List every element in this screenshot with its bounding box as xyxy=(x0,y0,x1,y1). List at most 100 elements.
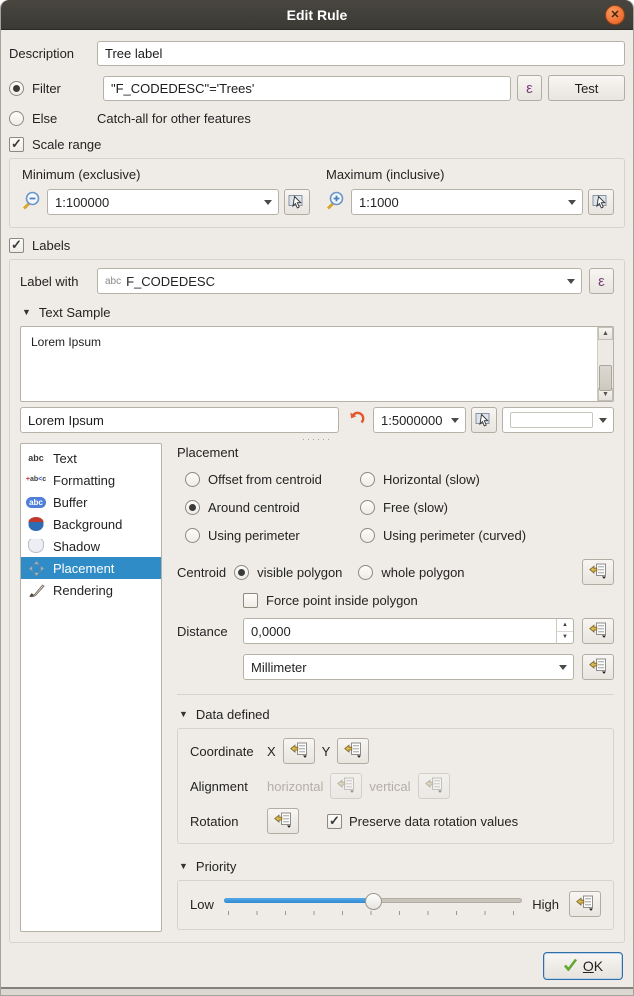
style-item-formatting[interactable]: +ab< c Formatting xyxy=(21,469,161,491)
label-field-combo[interactable]: abc F_CODEDESC xyxy=(97,268,582,294)
data-defined-icon xyxy=(589,622,607,641)
description-row: Description Tree label xyxy=(9,41,625,66)
data-defined-icon xyxy=(425,777,443,796)
unit-data-defined-button[interactable] xyxy=(582,654,614,680)
priority-group: Low High xyxy=(177,880,614,930)
coordinate-row: Coordinate X xyxy=(190,738,601,764)
radio-using-perimeter-curved[interactable]: Using perimeter (curved) xyxy=(360,528,614,543)
string-field-icon: abc xyxy=(105,276,121,287)
description-label: Description xyxy=(9,46,74,61)
chevron-down-icon xyxy=(553,655,573,679)
data-defined-icon xyxy=(337,777,355,796)
distance-label: Distance xyxy=(177,624,235,639)
label-with-row: Label with abc F_CODEDESC ε xyxy=(20,268,614,294)
filter-radio[interactable] xyxy=(9,81,24,96)
spin-arrows[interactable]: ▲▼ xyxy=(556,619,573,643)
data-defined-icon xyxy=(589,658,607,677)
horizontal-label: horizontal xyxy=(267,779,323,794)
style-item-shadow[interactable]: Shadow xyxy=(21,535,161,557)
force-point-inside-checkbox[interactable] xyxy=(243,593,258,608)
priority-header[interactable]: ▼ Priority xyxy=(179,859,614,874)
radio-whole-polygon[interactable]: whole polygon xyxy=(358,565,464,580)
formatting-icon: +ab< c xyxy=(25,477,47,483)
radio-visible-polygon[interactable]: visible polygon xyxy=(234,565,342,580)
style-item-buffer[interactable]: abc Buffer xyxy=(21,491,161,513)
maximum-scale-label: Maximum (inclusive) xyxy=(326,167,614,182)
priority-slider[interactable] xyxy=(224,893,522,915)
radio-offset-from-centroid[interactable]: Offset from centroid xyxy=(185,472,360,487)
labels-checkbox[interactable] xyxy=(9,238,24,253)
text-icon: abc xyxy=(25,453,47,463)
set-max-scale-from-canvas-button[interactable] xyxy=(588,189,614,215)
data-defined-icon xyxy=(290,742,308,761)
titlebar[interactable]: Edit Rule ✕ xyxy=(1,0,633,30)
rotation-data-defined-button[interactable] xyxy=(267,808,299,834)
check-icon xyxy=(563,958,578,974)
sample-text-input[interactable]: Lorem Ipsum xyxy=(20,407,339,433)
alignment-label: Alignment xyxy=(190,779,260,794)
preserve-rotation-checkbox[interactable] xyxy=(327,814,342,829)
coordinate-y-data-defined-button[interactable] xyxy=(337,738,369,764)
maximum-scale-combo[interactable]: 1:1000 xyxy=(351,189,583,215)
rotation-label: Rotation xyxy=(190,814,260,829)
text-sample-header[interactable]: ▼ Text Sample xyxy=(22,305,614,320)
sample-scale-combo[interactable]: 1:5000000 xyxy=(373,407,466,433)
sample-background-color-combo[interactable] xyxy=(502,407,614,433)
preview-scrollbar[interactable]: ▲ ▼ xyxy=(597,327,613,401)
window-bottom-edge xyxy=(1,987,633,995)
scale-range-checkbox[interactable] xyxy=(9,137,24,152)
reset-sample-button[interactable] xyxy=(344,407,368,433)
data-defined-header[interactable]: ▼ Data defined xyxy=(179,707,614,722)
scroll-up-icon[interactable]: ▲ xyxy=(598,327,613,340)
epsilon-icon: ε xyxy=(526,80,533,97)
distance-unit-combo[interactable]: Millimeter xyxy=(243,654,574,680)
priority-data-defined-button[interactable] xyxy=(569,891,601,917)
scale-range-label: Scale range xyxy=(32,137,101,152)
epsilon-icon: ε xyxy=(598,273,605,290)
else-label: Else xyxy=(32,111,57,126)
radio-horizontal-slow[interactable]: Horizontal (slow) xyxy=(360,472,614,487)
minimum-scale-combo[interactable]: 1:100000 xyxy=(47,189,279,215)
ok-button[interactable]: OK xyxy=(543,952,623,980)
set-min-scale-from-canvas-button[interactable] xyxy=(284,189,310,215)
placement-mode-options: Offset from centroid Horizontal (slow) A… xyxy=(185,472,614,543)
slider-thumb[interactable] xyxy=(365,893,382,910)
description-input[interactable]: Tree label xyxy=(97,41,625,66)
test-button[interactable]: Test xyxy=(548,75,625,101)
map-cursor-icon xyxy=(592,193,610,212)
radio-using-perimeter[interactable]: Using perimeter xyxy=(185,528,360,543)
minimum-scale-label: Minimum (exclusive) xyxy=(22,167,310,182)
labels-group: Label with abc F_CODEDESC ε ▼ Text Sampl… xyxy=(9,259,625,943)
coordinate-x-data-defined-button[interactable] xyxy=(283,738,315,764)
radio-around-centroid[interactable]: Around centroid xyxy=(185,500,360,515)
centroid-data-defined-button[interactable] xyxy=(582,559,614,585)
data-defined-group: Coordinate X xyxy=(177,728,614,844)
close-button[interactable]: ✕ xyxy=(605,5,625,25)
distance-data-defined-button[interactable] xyxy=(582,618,614,644)
distance-spinbox[interactable]: 0,0000 ▲▼ xyxy=(243,618,574,644)
style-item-placement[interactable]: Placement xyxy=(21,557,161,579)
labels-toggle-row: Labels xyxy=(9,238,625,253)
scrollbar-thumb[interactable] xyxy=(599,365,612,391)
filter-expression-input[interactable]: "F_CODEDESC"='Trees' xyxy=(103,76,511,101)
radio-free-slow[interactable]: Free (slow) xyxy=(360,500,614,515)
label-expression-button[interactable]: ε xyxy=(589,268,614,294)
style-item-rendering[interactable]: Rendering xyxy=(21,579,161,601)
expression-builder-button[interactable]: ε xyxy=(517,75,542,101)
buffer-icon: abc xyxy=(25,497,47,508)
dialog-title: Edit Rule xyxy=(287,7,348,23)
priority-low-label: Low xyxy=(190,897,214,912)
style-item-text[interactable]: abc Text xyxy=(21,447,161,469)
centroid-label: Centroid xyxy=(177,565,226,580)
paintbrush-icon xyxy=(25,582,47,598)
else-radio[interactable] xyxy=(9,111,24,126)
style-item-background[interactable]: Background xyxy=(21,513,161,535)
sample-scale-from-canvas-button[interactable] xyxy=(471,407,497,433)
scrollbar-track[interactable] xyxy=(598,340,613,388)
scale-range-group: Minimum (exclusive) 1:100000 xyxy=(9,158,625,228)
collapse-triangle-icon: ▼ xyxy=(179,710,188,719)
priority-title: Priority xyxy=(196,859,236,874)
priority-high-label: High xyxy=(532,897,559,912)
spin-up-icon: ▲ xyxy=(557,619,573,632)
splitter-handle[interactable]: ······ xyxy=(20,436,614,443)
